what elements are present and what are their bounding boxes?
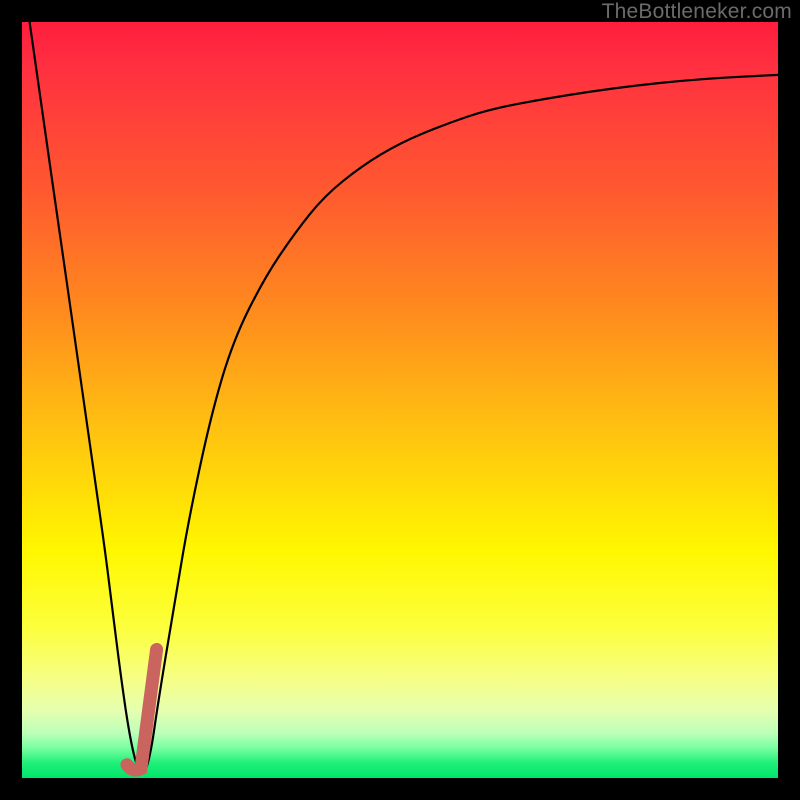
curve-layer [22, 22, 778, 778]
selected-range-marker [127, 650, 157, 771]
bottleneck-curve [30, 22, 778, 773]
plot-area [22, 22, 778, 778]
watermark-text: TheBottleneker.com [602, 0, 792, 24]
chart-frame: TheBottleneker.com [0, 0, 800, 800]
